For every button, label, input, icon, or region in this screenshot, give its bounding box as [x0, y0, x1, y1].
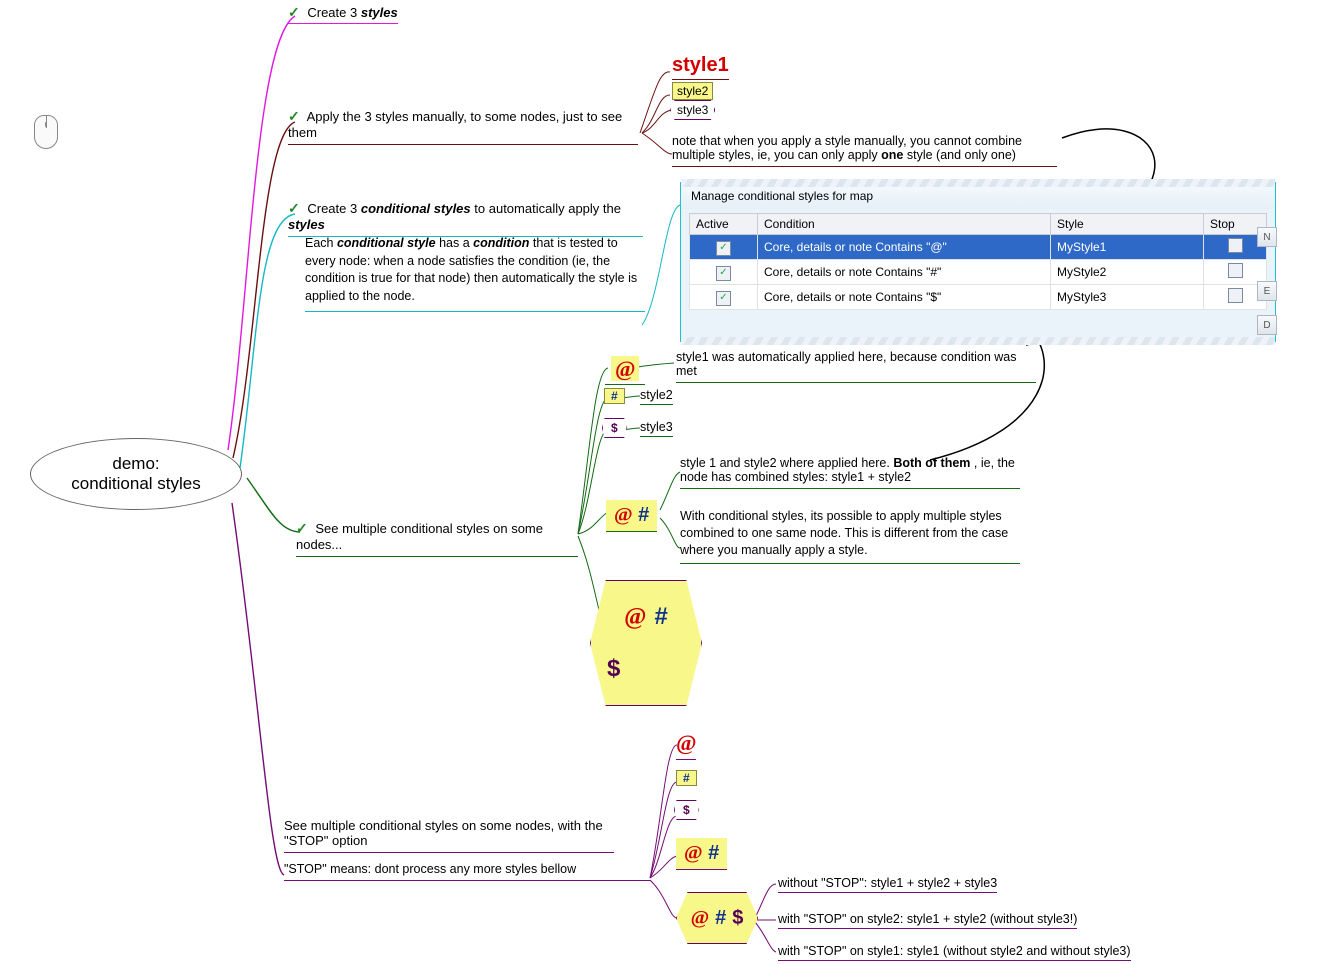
b4-at-node[interactable]: @ [605, 354, 645, 385]
root-node[interactable]: demo: conditional styles [30, 438, 242, 510]
b4-label: See multiple conditional styles on some … [296, 521, 543, 552]
branch-see-multiple[interactable]: ✓ See multiple conditional styles on som… [296, 520, 578, 557]
style3-example[interactable]: style3 [670, 100, 715, 120]
b4-combined-node[interactable]: @ # [606, 500, 657, 532]
b5-stop-note: "STOP" means: dont process any more styl… [284, 862, 650, 881]
check-icon: ✓ [288, 108, 300, 125]
b5-r3: with "STOP" on style1: style1 (without s… [778, 944, 1131, 961]
b2-label: Apply the 3 styles manually, to some nod… [288, 109, 622, 140]
check-icon: ✓ [296, 520, 308, 537]
col-style[interactable]: Style [1051, 214, 1204, 235]
manual-note: note that when you apply a style manuall… [672, 134, 1057, 167]
branch-apply-manually[interactable]: ✓ Apply the 3 styles manually, to some n… [288, 108, 638, 145]
check-icon: ✓ [288, 200, 300, 217]
style2-example[interactable]: style2 [672, 82, 713, 100]
manual-note-b: style (and only one) [907, 148, 1016, 162]
mouse-icon [34, 115, 58, 149]
root-line2: conditional styles [31, 474, 241, 494]
b1-prefix: Create 3 [307, 5, 360, 20]
b4-big-hex[interactable]: @ # $ [590, 580, 702, 706]
col-active[interactable]: Active [690, 214, 758, 235]
checkbox-off-icon[interactable] [1228, 288, 1243, 303]
branch-create-styles[interactable]: ✓ Create 3 styles [288, 4, 398, 24]
b5-r2: with "STOP" on style2: style1 + style2 (… [778, 912, 1077, 929]
cell-style: MyStyle1 [1051, 235, 1204, 260]
branch-stop-option[interactable]: See multiple conditional styles on some … [284, 818, 614, 853]
b4-both-note: style 1 and style2 where applied here. B… [680, 456, 1020, 489]
checkbox-off-icon[interactable] [1228, 238, 1243, 253]
manage-cond-styles-dialog: Manage conditional styles for map Active… [680, 182, 1276, 342]
b5-label: See multiple conditional styles on some … [284, 818, 603, 848]
col-condition[interactable]: Condition [758, 214, 1051, 235]
b5-combined-big[interactable]: @ # $ [676, 892, 758, 944]
cell-style: MyStyle3 [1051, 285, 1204, 310]
cell-condition: Core, details or note Contains "#" [758, 260, 1051, 285]
at-symbol: @ [611, 356, 639, 381]
checkbox-on-icon[interactable] [716, 291, 731, 306]
checkbox-on-icon[interactable] [716, 266, 731, 281]
style1-example[interactable]: style1 [672, 54, 729, 80]
b4-detail: With conditional styles, its possible to… [680, 508, 1020, 564]
table-row[interactable]: Core, details or note Contains "#" MySty… [690, 260, 1267, 285]
b5-dollar-node[interactable]: $ [674, 800, 699, 820]
b3-a: Create 3 [307, 201, 360, 216]
cond-style-desc: Each conditional style has a condition t… [305, 235, 645, 312]
check-icon: ✓ [288, 4, 300, 21]
dollar-symbol: $ [611, 421, 618, 435]
cell-style: MyStyle2 [1051, 260, 1204, 285]
dialog-btn-e[interactable]: E [1257, 281, 1277, 301]
cond-styles-table[interactable]: Active Condition Style Stop Core, detail… [689, 213, 1267, 310]
b4-hash-node[interactable]: # [604, 388, 625, 404]
checkbox-on-icon[interactable] [716, 241, 731, 256]
cell-condition: Core, details or note Contains "@" [758, 235, 1051, 260]
b3-b: to automatically apply the [474, 201, 621, 216]
b1-styles: styles [361, 5, 398, 20]
root-line1: demo: [31, 454, 241, 474]
b3-cs: conditional styles [361, 201, 471, 216]
table-row[interactable]: Core, details or note Contains "$" MySty… [690, 285, 1267, 310]
hash-symbol: # [611, 389, 618, 403]
b4-note1: style1 was automatically applied here, b… [676, 350, 1036, 383]
manual-note-one: one [881, 148, 903, 162]
branch-create-cond-styles[interactable]: ✓ Create 3 conditional styles to automat… [288, 200, 643, 237]
b5-at-node[interactable]: @ [676, 730, 696, 760]
dialog-btn-n[interactable]: N [1257, 227, 1277, 247]
b4-style2-label: style2 [640, 388, 673, 405]
cell-condition: Core, details or note Contains "$" [758, 285, 1051, 310]
table-row[interactable]: Core, details or note Contains "@" MySty… [690, 235, 1267, 260]
b5-hash-node[interactable]: # [676, 770, 697, 786]
b4-style3-label: style3 [640, 420, 673, 437]
b4-dollar-node[interactable]: $ [602, 418, 627, 438]
b5-r1: without "STOP": style1 + style2 + style3 [778, 876, 997, 893]
b5-combined-small[interactable]: @ # [676, 838, 727, 870]
dialog-btn-d[interactable]: D [1257, 315, 1277, 335]
b3-styles: styles [288, 217, 325, 232]
checkbox-off-icon[interactable] [1228, 263, 1243, 278]
